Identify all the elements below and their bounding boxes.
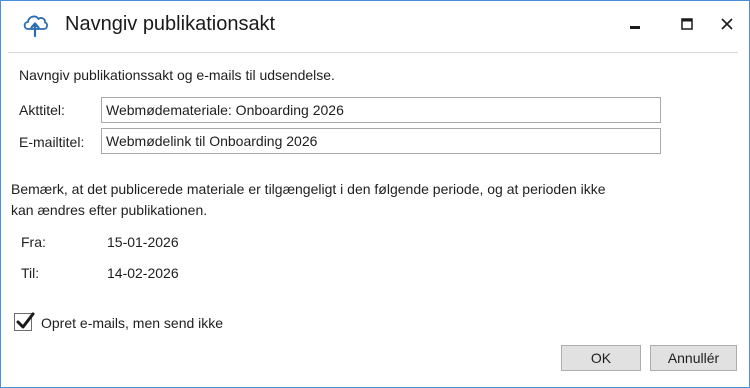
checkmark-icon [16, 312, 35, 329]
title-separator [8, 52, 738, 53]
email-title-label: E-mailtitel: [19, 134, 85, 150]
minimize-button[interactable] [621, 11, 649, 37]
create-emails-label[interactable]: Opret e-mails, men send ikke [41, 315, 223, 331]
period-note: Bemærk, at det publicerede materiale er … [11, 179, 671, 221]
from-date: 15-01-2026 [107, 234, 179, 250]
window-title: Navngiv publikationsakt [65, 13, 276, 35]
maximize-button[interactable] [673, 11, 701, 37]
period-note-line-2: kan ændres efter publikationen. [11, 202, 208, 218]
maximize-icon [681, 18, 693, 30]
to-label: Til: [21, 265, 40, 281]
title-bar[interactable]: Navngiv publikationsakt [1, 1, 749, 51]
cloud-upload-icon [23, 15, 48, 38]
minimize-icon [630, 26, 640, 29]
create-emails-checkbox[interactable] [14, 312, 35, 331]
period-note-line-1: Bemærk, at det publicerede materiale er … [11, 181, 606, 197]
akt-title-input[interactable] [101, 97, 661, 123]
from-label: Fra: [21, 234, 46, 250]
close-button[interactable] [713, 11, 741, 37]
close-icon [721, 18, 733, 30]
cancel-button[interactable]: Annullér [650, 345, 737, 371]
akt-title-label: Akttitel: [19, 102, 65, 118]
ok-button[interactable]: OK [561, 345, 641, 371]
email-title-input[interactable] [101, 128, 661, 154]
to-date: 14-02-2026 [107, 265, 179, 281]
intro-text: Navngiv publikationssakt og e-mails til … [19, 67, 335, 83]
dialog-window: Navngiv publikationsakt Navngiv publikat… [0, 0, 750, 388]
